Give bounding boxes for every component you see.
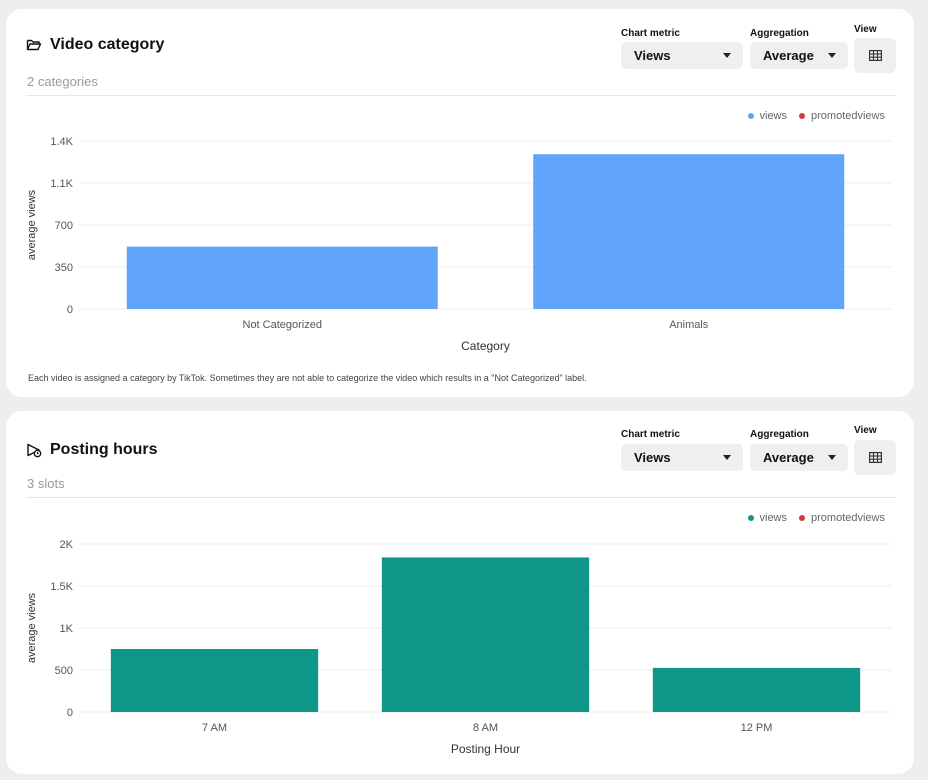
y-tick-label: 1K xyxy=(60,623,74,635)
y-tick-label: 0 xyxy=(67,304,73,316)
x-tick-label: Animals xyxy=(669,319,709,331)
x-tick-label: 12 PM xyxy=(741,722,773,734)
y-tick-label: 700 xyxy=(55,220,73,232)
bar xyxy=(533,154,845,309)
y-tick-label: 1.1K xyxy=(50,178,73,190)
bar-chart-posting-hours: 0 500 1K 1.5K 2K 7 AM 8 AM 12 PM Posting Hour ave… xyxy=(26,539,892,756)
posting-hours-card: Posting hours 3 slots Chart metric Views… xyxy=(6,411,914,774)
y-tick-label: 500 xyxy=(55,665,73,677)
footnote: Each video is assigned a category by Tik… xyxy=(28,373,587,383)
y-axis-title: average views xyxy=(26,189,38,260)
x-tick-label: Not Categorized xyxy=(243,319,323,331)
y-tick-label: 1.5K xyxy=(50,581,73,593)
y-tick-label: 350 xyxy=(55,262,73,274)
bar xyxy=(110,649,319,712)
bar xyxy=(652,667,861,712)
video-category-card: Video category 2 categories Chart metric… xyxy=(6,9,914,397)
bar-chart-video-category: 0 350 700 1.1K 1.4K Not Categorized Animals Cat… xyxy=(26,136,892,353)
x-axis-title: Category xyxy=(461,339,510,353)
bar xyxy=(126,246,438,309)
y-axis-title: average views xyxy=(26,592,38,663)
x-axis-title: Posting Hour xyxy=(451,742,520,756)
x-tick-label: 8 AM xyxy=(473,722,498,734)
bar xyxy=(381,557,590,712)
y-tick-label: 2K xyxy=(60,539,74,551)
y-tick-label: 1.4K xyxy=(50,136,73,148)
x-tick-label: 7 AM xyxy=(202,722,227,734)
y-tick-label: 0 xyxy=(67,707,73,719)
